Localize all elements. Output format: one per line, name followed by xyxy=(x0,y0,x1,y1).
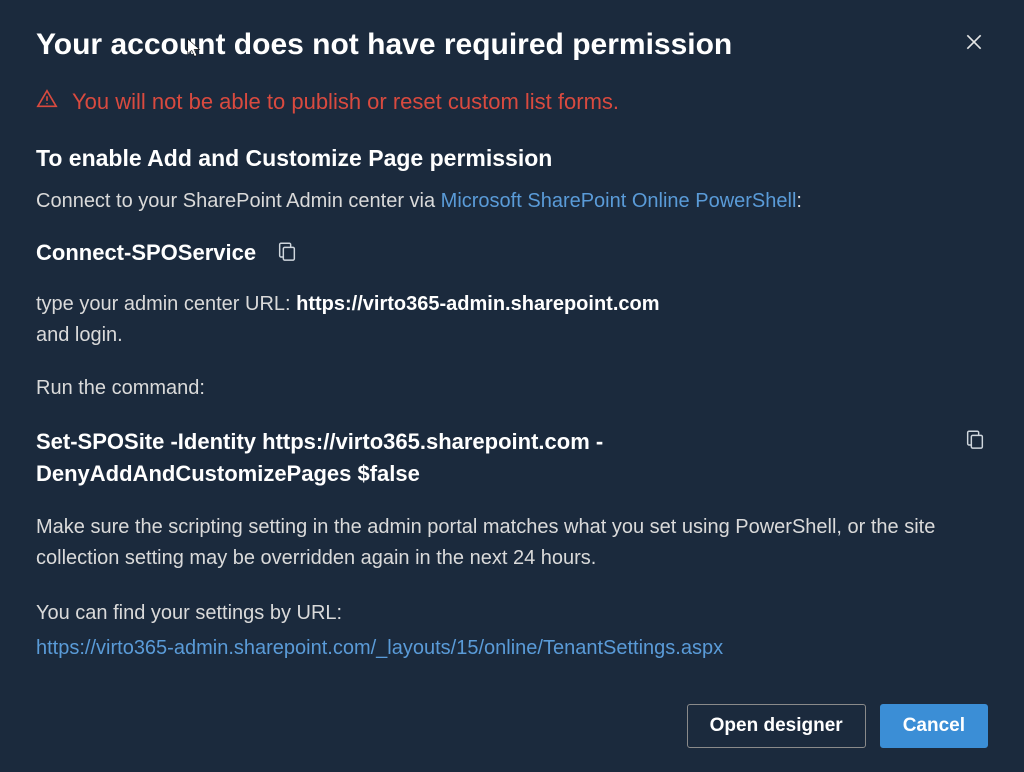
command1-row: Connect-SPOService xyxy=(36,238,988,267)
settings-url-link[interactable]: https://virto365-admin.sharepoint.com/_l… xyxy=(36,637,723,659)
connect-prefix: Connect to your SharePoint Admin center … xyxy=(36,190,441,212)
warning-row: You will not be able to publish or reset… xyxy=(36,88,988,115)
subtitle: To enable Add and Customize Page permiss… xyxy=(36,145,988,172)
run-command-label: Run the command: xyxy=(36,373,988,404)
close-icon xyxy=(964,35,984,57)
type-url-prefix: type your admin center URL: xyxy=(36,293,296,315)
settings-url-row: https://virto365-admin.sharepoint.com/_l… xyxy=(36,633,988,664)
command2-row: Set-SPOSite -Identity https://virto365.s… xyxy=(36,426,988,490)
connect-suffix: : xyxy=(796,190,802,212)
powershell-link[interactable]: Microsoft SharePoint Online PowerShell xyxy=(441,190,797,212)
copy-icon xyxy=(276,250,298,265)
dialog-footer: Open designer Cancel xyxy=(36,686,988,748)
copy-command1-button[interactable] xyxy=(274,238,300,267)
type-url-block: type your admin center URL: https://virt… xyxy=(36,289,988,351)
warning-icon xyxy=(36,88,58,115)
close-button[interactable] xyxy=(960,28,988,60)
warning-text: You will not be able to publish or reset… xyxy=(72,89,619,115)
and-login: and login. xyxy=(36,324,123,346)
cancel-button[interactable]: Cancel xyxy=(880,704,988,748)
connect-instruction: Connect to your SharePoint Admin center … xyxy=(36,186,988,216)
command1-text: Connect-SPOService xyxy=(36,240,256,266)
admin-url: https://virto365-admin.sharepoint.com xyxy=(296,293,659,315)
copy-command2-button[interactable] xyxy=(962,426,988,455)
settings-label: You can find your settings by URL: xyxy=(36,598,988,629)
permission-dialog: Your account does not have required perm… xyxy=(0,0,1024,772)
copy-icon xyxy=(964,438,986,453)
dialog-header: Your account does not have required perm… xyxy=(36,28,988,62)
command2-text: Set-SPOSite -Identity https://virto365.s… xyxy=(36,426,916,490)
open-designer-button[interactable]: Open designer xyxy=(687,704,866,748)
scripting-note: Make sure the scripting setting in the a… xyxy=(36,512,988,574)
dialog-title: Your account does not have required perm… xyxy=(36,28,732,62)
